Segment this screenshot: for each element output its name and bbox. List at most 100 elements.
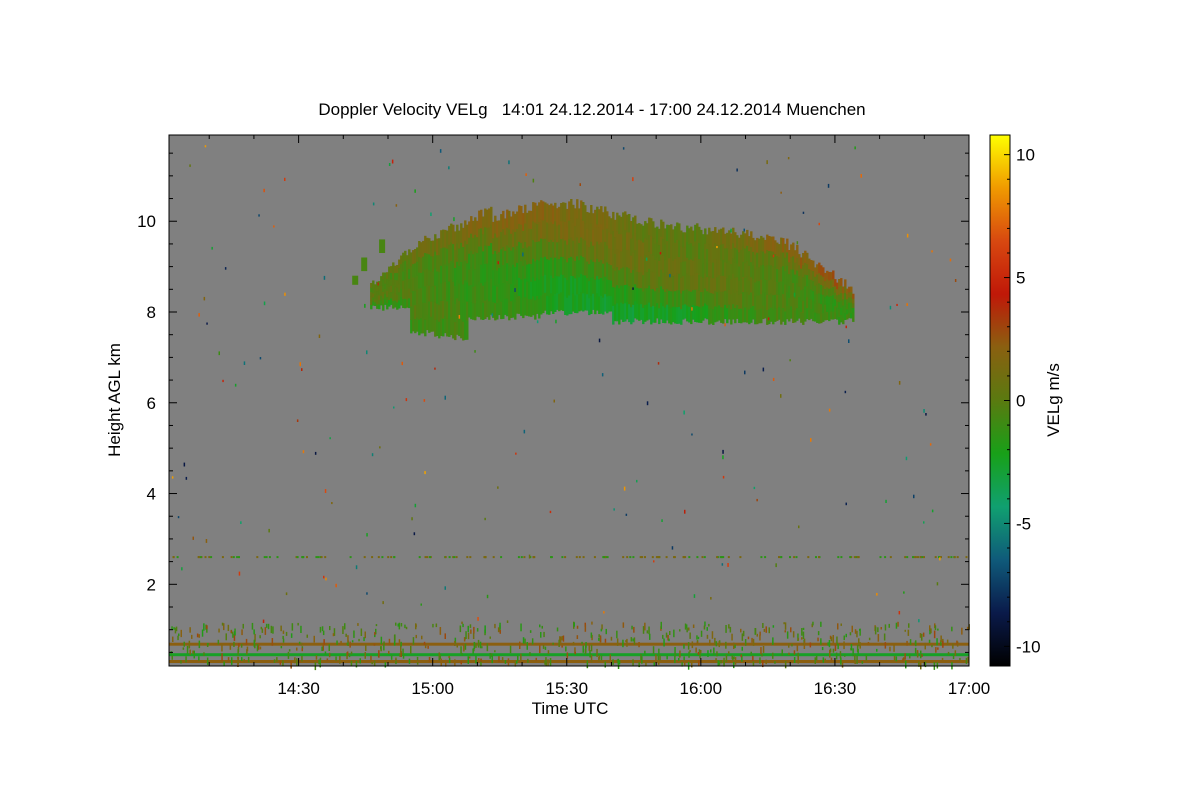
noise-speckle — [434, 367, 436, 370]
clutter-speckle — [604, 661, 606, 668]
cloud-column — [382, 303, 385, 311]
clutter-speckle — [276, 657, 278, 662]
noise-speckle — [918, 619, 920, 623]
noise-speckle — [506, 620, 509, 623]
clutter-speckle — [692, 624, 695, 628]
clutter-speckle — [246, 646, 249, 652]
clutter-speckle — [844, 654, 846, 657]
noise-band-dot — [673, 556, 675, 559]
clutter-speckle — [760, 647, 762, 655]
clutter-speckle — [834, 644, 837, 651]
clutter-speckle — [296, 647, 298, 651]
clutter-speckle — [517, 655, 519, 661]
clutter-speckle — [313, 635, 315, 643]
clutter-speckle — [460, 646, 462, 654]
clutter-speckle — [543, 631, 545, 638]
clutter-speckle — [951, 626, 953, 632]
clutter-speckle — [237, 649, 239, 656]
clutter-speckle — [865, 654, 868, 661]
clutter-speckle — [207, 643, 209, 646]
clutter-speckle — [622, 639, 624, 648]
noise-band-dot — [682, 556, 685, 559]
clutter-speckle — [328, 644, 330, 651]
clutter-speckle — [802, 631, 805, 639]
clutter-speckle — [271, 638, 274, 646]
clutter-speckle — [674, 653, 677, 657]
clutter-speckle — [697, 636, 700, 640]
clutter-speckle — [410, 645, 412, 654]
noise-band-dot — [550, 556, 552, 559]
clutter-speckle — [663, 638, 665, 647]
noise-speckle — [876, 593, 878, 596]
noise-speckle — [903, 591, 905, 594]
clutter-speckle — [315, 655, 318, 660]
clutter-speckle — [491, 655, 493, 664]
clutter-speckle — [856, 644, 859, 652]
clutter-speckle — [478, 658, 480, 663]
clutter-speckle — [290, 633, 293, 638]
clutter-speckle — [282, 630, 285, 634]
clutter-speckle — [934, 625, 937, 631]
clutter-speckle — [906, 640, 908, 646]
clutter-speckle — [612, 659, 614, 665]
noise-band-dot — [629, 556, 632, 559]
clutter-speckle — [836, 636, 838, 643]
noise-band-dot — [807, 556, 810, 559]
noise-speckle — [528, 554, 531, 559]
clutter-speckle — [559, 637, 562, 643]
clutter-speckle — [527, 658, 529, 663]
clutter-speckle — [801, 637, 803, 640]
clutter-speckle — [364, 631, 366, 639]
clutter-speckle — [793, 657, 796, 663]
clutter-speckle — [835, 652, 838, 660]
clutter-speckle — [852, 648, 854, 657]
clutter-speckle — [752, 638, 755, 646]
clutter-speckle — [192, 650, 194, 654]
clutter-speckle — [340, 640, 342, 644]
clutter-speckle — [350, 651, 353, 655]
y-axis-label: Height AGL km — [105, 343, 124, 457]
clutter-speckle — [232, 633, 234, 638]
noise-speckle — [772, 377, 775, 381]
noise-speckle — [632, 287, 634, 290]
clutter-speckle — [465, 631, 467, 639]
clutter-speckle — [937, 628, 939, 631]
noise-speckle — [923, 409, 925, 413]
clutter-speckle — [644, 650, 646, 655]
clutter-speckle — [172, 636, 174, 642]
noise-speckle — [420, 603, 422, 606]
clutter-speckle — [335, 656, 337, 661]
noise-speckle — [905, 456, 908, 461]
noise-speckle — [636, 479, 638, 483]
clutter-speckle — [784, 622, 787, 630]
noise-speckle — [659, 252, 662, 255]
noise-band-dot — [263, 556, 266, 559]
clutter-speckle — [930, 628, 932, 634]
noise-speckle — [796, 241, 799, 245]
clutter-speckle — [648, 626, 650, 635]
clutter-speckle — [920, 650, 922, 659]
clutter-speckle — [522, 637, 525, 644]
noise-speckle — [211, 246, 213, 250]
noise-band-dot — [849, 556, 852, 559]
noise-speckle — [457, 254, 460, 259]
clutter-speckle — [415, 634, 417, 639]
clutter-speckle — [489, 653, 491, 659]
clutter-speckle — [725, 654, 728, 663]
noise-speckle — [474, 350, 476, 353]
clutter-speckle — [689, 632, 691, 639]
cloud-column — [852, 316, 855, 322]
noise-speckle — [238, 571, 241, 576]
noise-speckle — [185, 476, 188, 480]
clutter-speckle — [282, 638, 285, 643]
noise-band-dot — [349, 556, 352, 559]
clutter-speckle — [884, 642, 887, 649]
noise-speckle — [522, 252, 524, 257]
noise-speckle — [772, 254, 775, 258]
clutter-speckle — [467, 632, 470, 640]
clutter-speckle — [383, 641, 385, 645]
clutter-speckle — [684, 661, 686, 666]
y-tick-label: 10 — [137, 212, 156, 231]
clutter-speckle — [954, 650, 957, 656]
noise-band-dot — [606, 556, 609, 559]
